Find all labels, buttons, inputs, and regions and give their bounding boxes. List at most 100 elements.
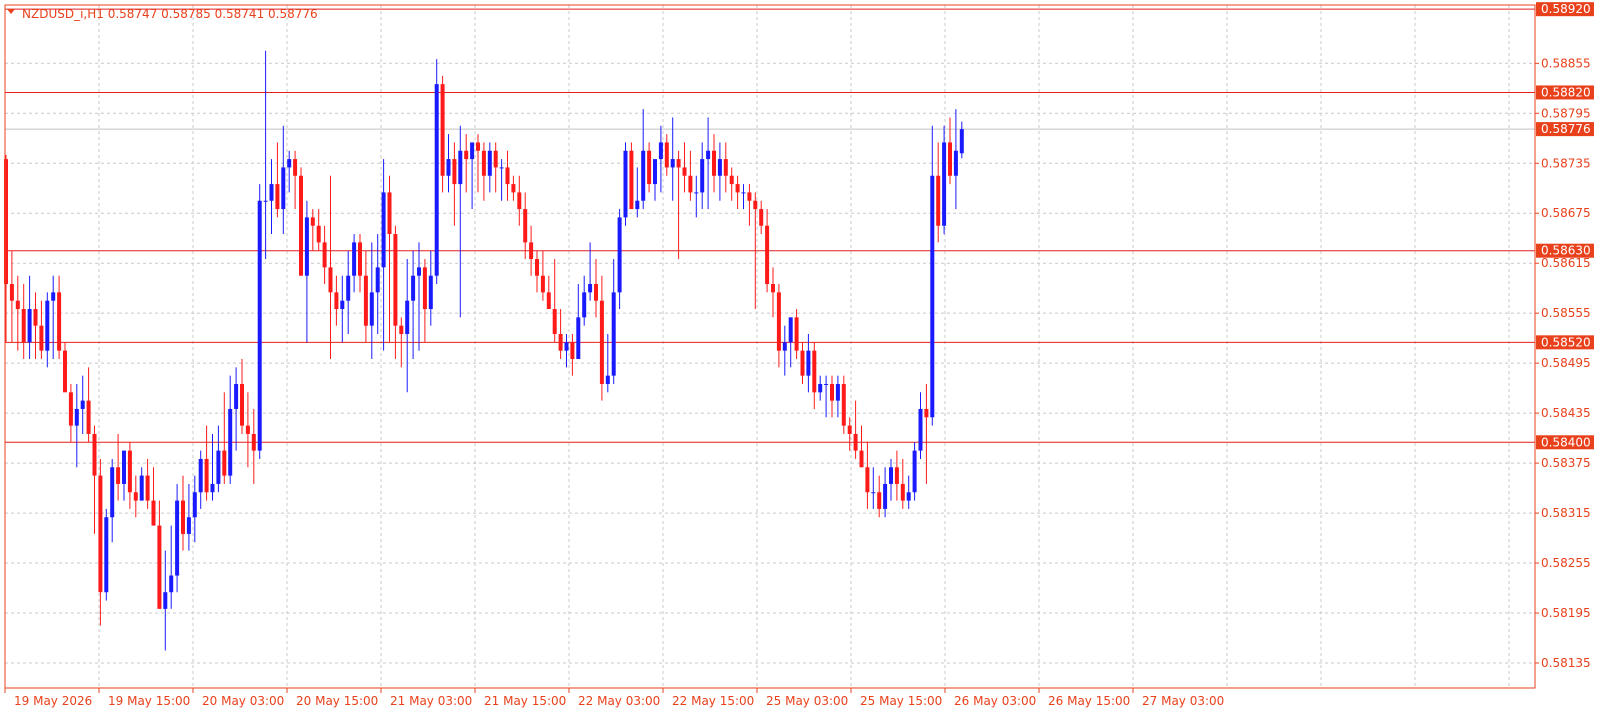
level-price-label: 0.58400 bbox=[1541, 435, 1591, 449]
candle-body bbox=[257, 200, 262, 451]
candle-body bbox=[175, 500, 180, 576]
price-chart[interactable]: 0.58855 0.58795 0.58735 0.58675 0.58615 0.585… bbox=[0, 0, 1601, 713]
candle-body bbox=[363, 275, 368, 326]
candle-body bbox=[139, 475, 144, 501]
y-tick-label: 0.58255 bbox=[1541, 556, 1591, 570]
candle-body bbox=[759, 209, 764, 226]
candle-body bbox=[558, 334, 563, 351]
candle-body bbox=[80, 400, 85, 409]
candle-body bbox=[658, 142, 663, 160]
candle-body bbox=[505, 167, 510, 185]
candle-body bbox=[523, 209, 528, 243]
candle-body bbox=[422, 267, 427, 310]
candle-body bbox=[57, 292, 62, 351]
candle-body bbox=[694, 192, 699, 194]
candle-body bbox=[564, 342, 569, 351]
candle-body bbox=[771, 284, 775, 293]
candle-body bbox=[670, 159, 675, 168]
x-tick-label: 26 May 15:00 bbox=[1048, 694, 1130, 708]
x-tick-label: 22 May 03:00 bbox=[578, 694, 660, 708]
candle-body bbox=[204, 458, 209, 493]
candle-body bbox=[712, 150, 716, 176]
candle-body bbox=[428, 275, 433, 310]
candle-body bbox=[375, 267, 380, 293]
candle-body bbox=[611, 292, 616, 376]
candle-body bbox=[340, 300, 345, 310]
y-tick-label: 0.58795 bbox=[1541, 106, 1591, 120]
candle-body bbox=[841, 383, 846, 426]
candle-body bbox=[535, 259, 539, 276]
candle-body bbox=[883, 483, 888, 509]
candle-body bbox=[588, 284, 593, 293]
candle-body bbox=[440, 84, 445, 176]
candle bbox=[257, 184, 262, 459]
y-tick-label: 0.58855 bbox=[1541, 56, 1591, 70]
candle-body bbox=[706, 150, 711, 160]
candle-body bbox=[576, 317, 581, 359]
candle-body bbox=[63, 350, 67, 393]
candle-body bbox=[552, 309, 557, 335]
candle-body bbox=[15, 300, 20, 310]
candle-body bbox=[240, 383, 244, 426]
candle-body bbox=[942, 142, 947, 226]
candle-body bbox=[74, 408, 79, 426]
candle-body bbox=[399, 325, 404, 335]
candle-body bbox=[304, 217, 309, 276]
candle-body bbox=[735, 184, 740, 193]
candle-body bbox=[782, 342, 787, 351]
y-tick-label: 0.58555 bbox=[1541, 306, 1591, 320]
candle-body bbox=[234, 383, 239, 409]
y-tick-label: 0.58735 bbox=[1541, 156, 1591, 170]
candle-body bbox=[269, 184, 274, 201]
candle-body bbox=[487, 150, 492, 176]
candle-body bbox=[800, 350, 805, 376]
candle-body bbox=[369, 292, 374, 326]
candle-body bbox=[145, 475, 150, 501]
candle bbox=[434, 59, 439, 285]
candle-body bbox=[411, 275, 416, 301]
candle-body bbox=[605, 375, 610, 384]
candle-body bbox=[352, 242, 357, 276]
candle-body bbox=[299, 175, 303, 276]
candle-body bbox=[192, 492, 197, 518]
candle-body bbox=[776, 292, 781, 351]
candle-body bbox=[788, 317, 793, 343]
candle-body bbox=[381, 192, 386, 268]
x-tick-label: 26 May 03:00 bbox=[954, 694, 1036, 708]
candle-body bbox=[393, 234, 398, 326]
candle-body bbox=[747, 192, 752, 201]
candle-body bbox=[39, 325, 44, 351]
candle-body bbox=[316, 225, 321, 243]
candle-body bbox=[27, 309, 32, 343]
chart-window[interactable]: 0.58855 0.58795 0.58735 0.58675 0.58615 0.585… bbox=[0, 0, 1601, 713]
candle-body bbox=[470, 142, 475, 160]
candle-body bbox=[446, 159, 451, 176]
candle-body bbox=[953, 150, 958, 176]
level-price-label: 0.58630 bbox=[1541, 244, 1591, 258]
candle-body bbox=[251, 433, 256, 451]
candle-body bbox=[346, 275, 351, 301]
candle-body bbox=[865, 467, 870, 493]
candle bbox=[623, 142, 628, 226]
candle-body bbox=[676, 159, 681, 168]
candle-body bbox=[275, 184, 280, 210]
candle-body bbox=[387, 192, 392, 235]
x-tick-label: 27 May 03:00 bbox=[1142, 694, 1224, 708]
y-tick-label: 0.58495 bbox=[1541, 356, 1591, 370]
candle-body bbox=[210, 483, 215, 493]
candle-body bbox=[582, 292, 587, 318]
candle-body bbox=[617, 217, 622, 293]
candle-body bbox=[452, 159, 457, 185]
candle-body bbox=[794, 317, 799, 351]
candle-body bbox=[216, 450, 221, 484]
y-tick-label: 0.58435 bbox=[1541, 406, 1591, 420]
candle-body bbox=[310, 217, 315, 226]
candle-body bbox=[92, 433, 97, 476]
candle-body bbox=[824, 383, 829, 385]
candle-body bbox=[163, 592, 168, 609]
candle-body bbox=[21, 309, 26, 343]
candle-body bbox=[623, 150, 628, 218]
candle-body bbox=[717, 159, 722, 176]
candle-body bbox=[181, 500, 185, 534]
candle-body bbox=[835, 383, 840, 401]
